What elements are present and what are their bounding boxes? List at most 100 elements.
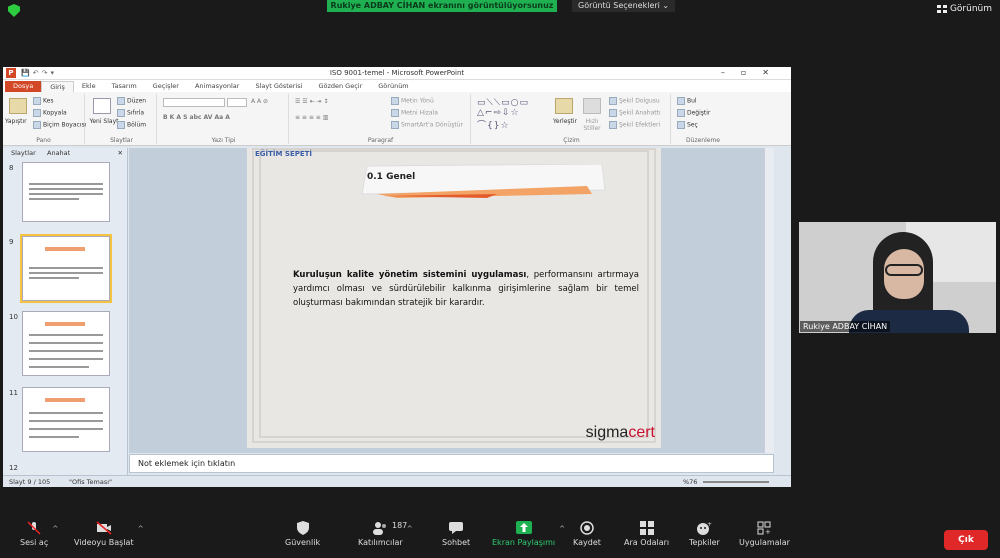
group-label-clipboard: Pano bbox=[36, 137, 51, 144]
group-label-drawing: Çizim bbox=[563, 137, 580, 144]
shape-effects-label: Şekil Efektleri bbox=[619, 121, 661, 129]
cut-button[interactable]: Kes bbox=[33, 97, 53, 105]
view-button[interactable]: Görünüm bbox=[936, 4, 992, 14]
view-options-button[interactable]: Görüntü Seçenekleri ⌄ bbox=[572, 0, 676, 12]
share-screen-button[interactable]: Ekran Paylaşımı ^ bbox=[492, 521, 565, 547]
group-font: A A ⊘ B K A S abc AV Aa A Yazı Tipi bbox=[159, 94, 289, 144]
select-button[interactable]: Seç bbox=[677, 121, 698, 129]
tab-file[interactable]: Dosya bbox=[5, 81, 42, 92]
find-button[interactable]: Bul bbox=[677, 97, 697, 105]
format-painter-button[interactable]: Biçim Boyacısı bbox=[33, 121, 86, 129]
slide-thumbnail-9[interactable] bbox=[20, 234, 112, 303]
section-button[interactable]: Bölüm bbox=[117, 121, 146, 129]
slide-body-text: Kuruluşun kalite yönetim sistemini uygul… bbox=[293, 268, 639, 310]
align-text-button[interactable]: Metni Hizala bbox=[391, 109, 438, 117]
slide-thumbnail-8[interactable] bbox=[22, 162, 110, 222]
shape-outline-button[interactable]: Şekil Anahattı bbox=[609, 109, 661, 117]
chat-button[interactable]: Sohbet bbox=[442, 521, 470, 547]
smiley-plus-icon: + bbox=[697, 521, 712, 535]
thumb-number: 8 bbox=[9, 164, 14, 172]
smartart-button[interactable]: SmartArt'a Dönüştür bbox=[391, 121, 463, 129]
shape-outline-icon bbox=[609, 109, 617, 117]
shape-fill-button[interactable]: Şekil Dolgusu bbox=[609, 97, 660, 105]
record-button[interactable]: Kaydet bbox=[573, 521, 601, 547]
zoom-level[interactable]: %76 bbox=[683, 478, 697, 486]
shape-fill-icon bbox=[609, 97, 617, 105]
tab-outline-pane[interactable]: Anahat bbox=[47, 149, 70, 157]
quick-styles-button[interactable]: Hızlı Stiller bbox=[579, 118, 605, 132]
select-icon bbox=[677, 121, 685, 129]
security-shield-icon[interactable] bbox=[8, 4, 20, 17]
group-paragraph: ☰ ☰ ⇤ ⇥ ↕ ≡ ≡ ≡ ≡ ▥ Metin Yönü Metni Hiz… bbox=[291, 94, 471, 144]
reactions-button[interactable]: + Tepkiler bbox=[689, 521, 720, 547]
tab-transitions[interactable]: Geçişler bbox=[145, 81, 187, 92]
tab-slideshow[interactable]: Slayt Gösterisi bbox=[247, 81, 310, 92]
theme-name: "Ofis Teması" bbox=[69, 478, 113, 486]
tab-home[interactable]: Giriş bbox=[41, 81, 74, 92]
zoom-toolbar: Sesi aç ^ Videoyu Başlat ^ Güvenlik 187 Ka… bbox=[0, 517, 1000, 558]
current-slide[interactable]: EĞİTİM SEPETİ 0.1 Genel Kuruluşun kalite… bbox=[247, 148, 661, 448]
font-name-box[interactable] bbox=[163, 98, 225, 107]
font-grow-shrink[interactable]: A A ⊘ bbox=[251, 98, 268, 105]
tab-view[interactable]: Görünüm bbox=[370, 81, 416, 92]
ribbon: Yapıştır Kes Kopyala Biçim Boyacısı Pano… bbox=[3, 92, 791, 146]
group-editing: Bul Değiştir Seç Düzenleme bbox=[673, 94, 733, 144]
tab-review[interactable]: Gözden Geçir bbox=[310, 81, 370, 92]
align-buttons[interactable]: ≡ ≡ ≡ ≡ ▥ bbox=[295, 114, 328, 121]
text-direction-icon bbox=[391, 97, 399, 105]
window-controls[interactable]: –▫✕ bbox=[721, 68, 785, 77]
arrange-icon[interactable] bbox=[555, 98, 573, 114]
security-button[interactable]: Güvenlik bbox=[285, 521, 320, 547]
layout-button[interactable]: Düzen bbox=[117, 97, 146, 105]
new-slide-icon[interactable] bbox=[93, 98, 111, 114]
participant-name-label: Rukiye ADBAY CİHAN bbox=[800, 321, 891, 332]
group-drawing: ▭⟍⟍▭○▭ △⌐⇨⇩☆ ⌒{}☆ Yerleştir Hızlı Stiller … bbox=[473, 94, 671, 144]
svg-text:+: + bbox=[707, 521, 712, 528]
text-direction-label: Metin Yönü bbox=[401, 97, 434, 105]
unmute-button[interactable]: Sesi aç ^ bbox=[20, 521, 58, 547]
find-label: Bul bbox=[687, 97, 697, 105]
window-title: ISO 9001-temel - Microsoft PowerPoint bbox=[329, 69, 465, 77]
apps-button[interactable]: + Uygulamalar bbox=[739, 521, 790, 547]
vertical-scrollbar[interactable] bbox=[764, 148, 774, 453]
shapes-gallery[interactable]: ▭⟍⟍▭○▭ △⌐⇨⇩☆ ⌒{}☆ bbox=[477, 98, 529, 131]
tab-animations[interactable]: Animasyonlar bbox=[187, 81, 247, 92]
arrange-button[interactable]: Yerleştir bbox=[553, 118, 577, 125]
list-buttons[interactable]: ☰ ☰ ⇤ ⇥ ↕ bbox=[295, 98, 328, 105]
start-video-label: Videoyu Başlat bbox=[74, 538, 134, 547]
font-size-box[interactable] bbox=[227, 98, 247, 107]
shape-effects-button[interactable]: Şekil Efektleri bbox=[609, 121, 660, 129]
start-video-button[interactable]: Videoyu Başlat ^ bbox=[74, 521, 144, 547]
text-direction-button[interactable]: Metin Yönü bbox=[391, 97, 434, 105]
slide-thumbnail-10[interactable] bbox=[22, 311, 110, 376]
copy-button[interactable]: Kopyala bbox=[33, 109, 67, 117]
notes-pane[interactable]: Not eklemek için tıklatın bbox=[129, 454, 774, 473]
tab-design[interactable]: Tasarım bbox=[104, 81, 145, 92]
participant-video-tile[interactable]: Rukiye ADBAY CİHAN bbox=[799, 222, 996, 333]
reset-button[interactable]: Sıfırla bbox=[117, 109, 144, 117]
new-slide-button[interactable]: Yeni Slayt bbox=[89, 118, 119, 125]
participants-button[interactable]: 187 Katılımcılar ^ bbox=[358, 521, 413, 547]
quick-styles-icon[interactable] bbox=[583, 98, 601, 114]
paste-button[interactable]: Yapıştır bbox=[5, 118, 27, 125]
leave-button[interactable]: Çık bbox=[944, 530, 988, 550]
shape-outline-label: Şekil Anahattı bbox=[619, 109, 661, 117]
breakout-rooms-button[interactable]: Ara Odaları bbox=[624, 521, 669, 547]
replace-label: Değiştir bbox=[687, 109, 711, 117]
zoom-top-bar: Rukiye ADBAY CİHAN ekranını görüntülüyor… bbox=[0, 0, 1000, 22]
close-pane-icon[interactable]: ✕ bbox=[118, 149, 123, 157]
replace-button[interactable]: Değiştir bbox=[677, 109, 710, 117]
body-bold-text: Kuruluşun kalite yönetim sistemini uygul… bbox=[293, 270, 527, 280]
section-icon bbox=[117, 121, 125, 129]
slide-thumbnail-11[interactable] bbox=[22, 387, 110, 452]
group-label-paragraph: Paragraf bbox=[367, 137, 394, 144]
zoom-slider[interactable] bbox=[703, 481, 769, 483]
security-label: Güvenlik bbox=[285, 538, 321, 547]
font-style-buttons[interactable]: B K A S abc AV Aa A bbox=[163, 114, 230, 121]
tab-slides-pane[interactable]: Slaytlar bbox=[11, 149, 36, 157]
align-text-icon bbox=[391, 109, 399, 117]
brand-sigma: sigma bbox=[585, 424, 629, 441]
paste-icon[interactable] bbox=[9, 98, 27, 114]
tab-insert[interactable]: Ekle bbox=[74, 81, 104, 92]
cut-label: Kes bbox=[43, 97, 54, 105]
